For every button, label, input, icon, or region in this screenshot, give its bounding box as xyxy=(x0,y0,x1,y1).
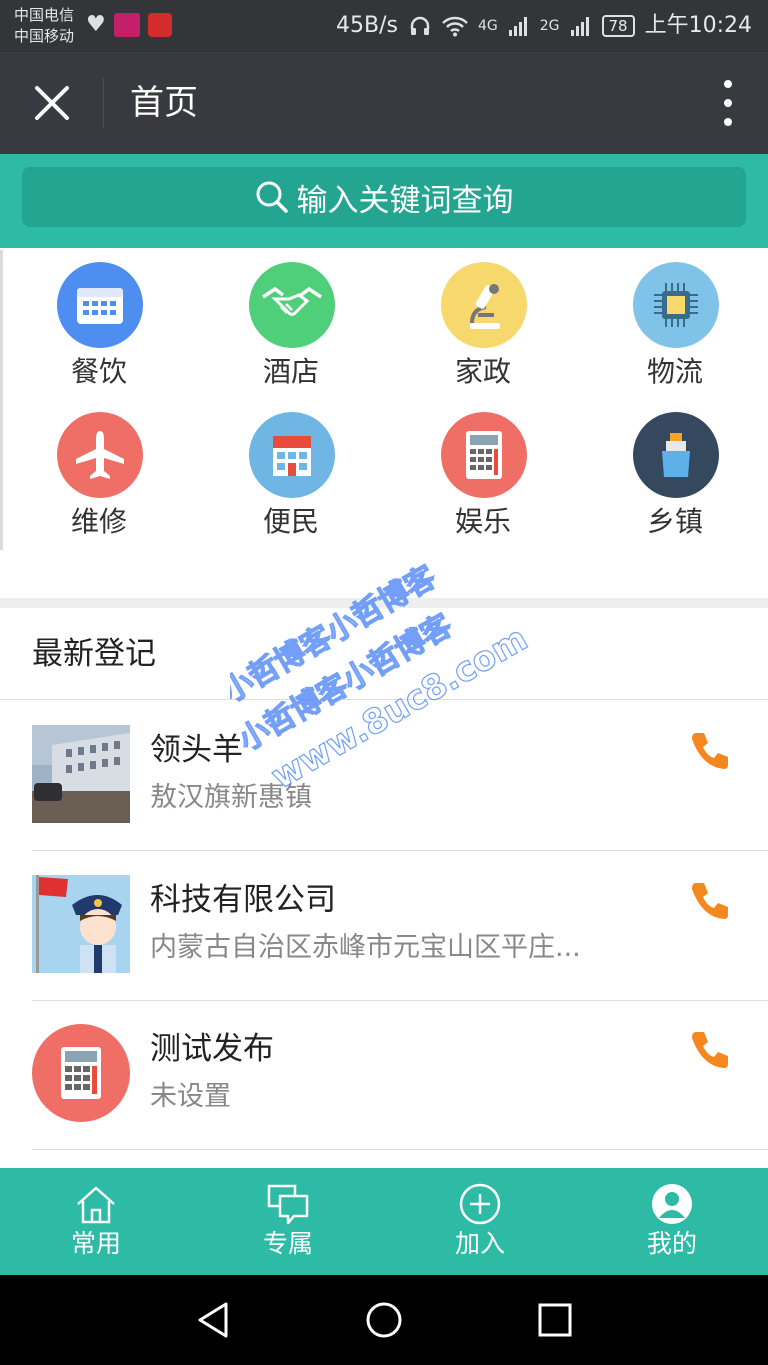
carrier-2: 中国移动 xyxy=(14,27,75,45)
building-photo xyxy=(32,725,130,823)
chat-icon xyxy=(267,1184,309,1225)
category-label: 娱乐 xyxy=(454,505,511,538)
wifi-icon xyxy=(442,16,468,37)
user-icon xyxy=(652,1184,692,1224)
category-label: 物流 xyxy=(646,355,703,388)
tab-join[interactable]: 加入 xyxy=(384,1168,576,1275)
category-dining[interactable]: 餐饮 xyxy=(3,250,195,400)
search-area: 输入关键词查询 xyxy=(0,154,768,248)
tab-label: 常用 xyxy=(70,1229,121,1258)
more-dot xyxy=(724,118,732,126)
category-entertainment[interactable]: 娱乐 xyxy=(387,400,579,550)
tab-exclusive[interactable]: 专属 xyxy=(192,1168,384,1275)
system-nav-bar xyxy=(0,1275,768,1365)
chip-icon xyxy=(633,262,719,348)
list-item[interactable]: 测试发布 未设置 xyxy=(0,1000,768,1150)
phone-icon[interactable] xyxy=(688,1028,732,1072)
tab-mine[interactable]: 我的 xyxy=(576,1168,768,1275)
listing-name: 领头羊 xyxy=(150,732,243,768)
more-dot xyxy=(724,80,732,88)
signal-icon xyxy=(508,17,527,36)
clock: 上午10:24 xyxy=(644,13,752,38)
category-label: 家政 xyxy=(454,355,511,388)
network-type-2: 2G xyxy=(539,18,560,34)
store-icon xyxy=(249,412,335,498)
listing-address: 未设置 xyxy=(150,1081,231,1112)
category-convenience[interactable]: 便民 xyxy=(195,400,387,550)
search-placeholder: 输入关键词查询 xyxy=(296,182,514,219)
list-item[interactable]: 领头羊 敖汉旗新惠镇 xyxy=(0,701,768,851)
cartoon-police-photo xyxy=(32,875,130,973)
section-header: 最新登记 xyxy=(0,608,768,700)
category-repair[interactable]: 维修 xyxy=(3,400,195,550)
calendar-icon xyxy=(57,262,143,348)
category-label: 酒店 xyxy=(262,355,319,388)
row-separator xyxy=(32,1149,768,1150)
calculator-icon xyxy=(32,1024,130,1122)
microscope-icon xyxy=(441,262,527,348)
section-divider xyxy=(0,598,768,608)
page-title: 首页 xyxy=(130,83,198,123)
notification-icons: ♥ xyxy=(86,13,172,37)
tab-label: 我的 xyxy=(646,1229,697,1258)
more-dot xyxy=(724,99,732,107)
cruise-ship-icon xyxy=(633,412,719,498)
status-right: 45B/s 4G 2G 78 上午10:24 xyxy=(336,12,752,40)
app-notification-icon xyxy=(147,13,172,37)
category-township[interactable]: 乡镇 xyxy=(579,400,768,550)
category-hotel[interactable]: 酒店 xyxy=(195,250,387,400)
phone-icon[interactable] xyxy=(688,729,732,773)
tab-label: 专属 xyxy=(262,1229,313,1258)
app-notification-icon xyxy=(113,13,140,37)
search-icon xyxy=(256,181,288,213)
bottom-tab-bar: 常用 专属 加入 我的 xyxy=(0,1168,768,1275)
signal-icon xyxy=(570,17,589,36)
headphones-icon xyxy=(410,16,430,35)
section-title: 最新登记 xyxy=(32,636,156,672)
battery-level: 78 xyxy=(601,15,635,37)
calculator-icon xyxy=(441,412,527,498)
home-nav-icon[interactable] xyxy=(364,1300,404,1340)
home-icon xyxy=(77,1186,115,1224)
listing-name: 测试发布 xyxy=(150,1031,274,1067)
search-input[interactable]: 输入关键词查询 xyxy=(22,167,746,227)
category-label: 维修 xyxy=(70,505,127,538)
airplane-icon xyxy=(57,412,143,498)
listing-name: 科技有限公司 xyxy=(150,882,336,918)
tab-common[interactable]: 常用 xyxy=(0,1168,192,1275)
category-logistics[interactable]: 物流 xyxy=(579,250,768,400)
carrier-info: 中国电信 中国移动 xyxy=(14,5,74,47)
list-item[interactable]: 科技有限公司 内蒙古自治区赤峰市元宝山区平庄... xyxy=(0,851,768,1001)
listing-address: 敖汉旗新惠镇 xyxy=(150,782,312,813)
handshake-icon xyxy=(249,262,335,348)
divider xyxy=(103,78,104,128)
network-speed: 45B/s xyxy=(336,13,398,38)
carrier-1: 中国电信 xyxy=(14,6,75,24)
title-bar: 首页 xyxy=(0,52,768,154)
close-icon xyxy=(35,86,69,120)
tab-label: 加入 xyxy=(454,1229,505,1258)
recents-icon[interactable] xyxy=(535,1300,575,1340)
more-menu-button[interactable] xyxy=(716,80,740,126)
back-icon[interactable] xyxy=(194,1300,234,1340)
plus-circle-icon xyxy=(459,1183,501,1225)
close-button[interactable] xyxy=(22,76,82,130)
category-label: 乡镇 xyxy=(646,505,703,538)
category-label: 便民 xyxy=(262,505,319,538)
phone-icon[interactable] xyxy=(688,879,732,923)
status-bar: 中国电信 中国移动 ♥ 45B/s 4G 2G 78 上午10:24 xyxy=(0,0,768,52)
health-icon: ♥ xyxy=(86,12,106,37)
category-grid: 餐饮 酒店 家政 物流 维修 便民 娱乐 乡镇 xyxy=(0,250,768,550)
listing-address: 内蒙古自治区赤峰市元宝山区平庄... xyxy=(150,932,581,963)
network-type-1: 4G xyxy=(477,18,498,34)
category-housekeeping[interactable]: 家政 xyxy=(387,250,579,400)
category-label: 餐饮 xyxy=(70,355,127,388)
